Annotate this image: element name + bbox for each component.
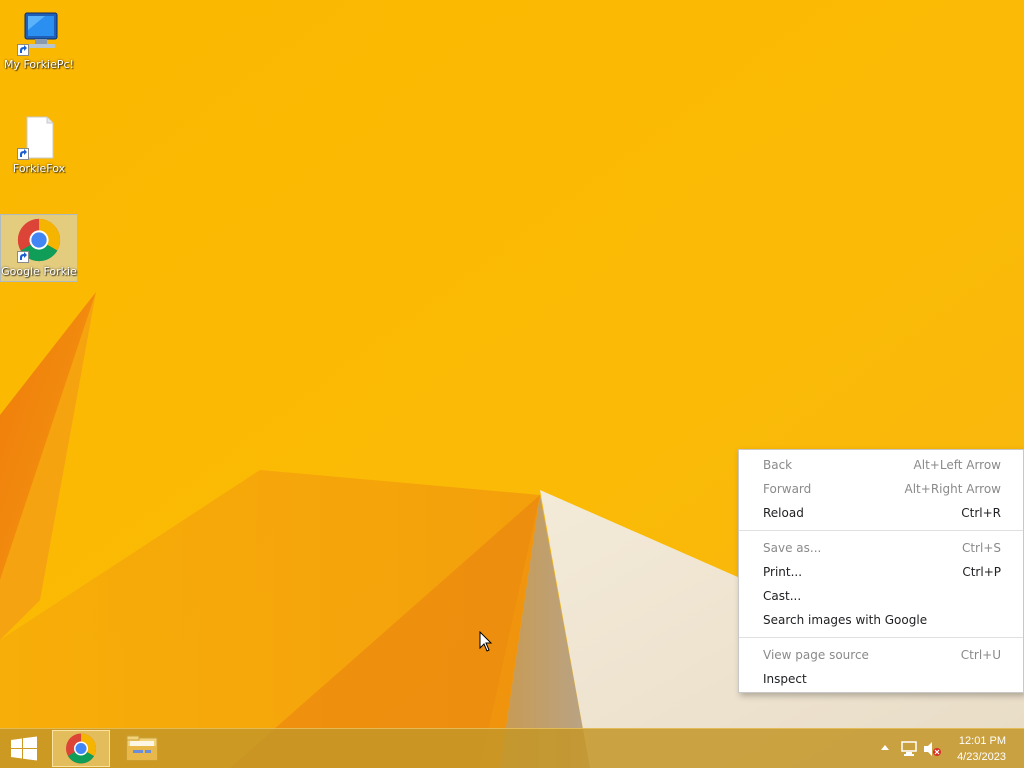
shortcut-arrow-icon [17,44,29,56]
desktop-icon-my-forkiepc[interactable]: My ForkiePc! [0,8,78,76]
menu-separator [739,530,1023,531]
chrome-icon [15,217,63,263]
windows-logo-icon [11,736,37,761]
menu-item-shortcut: Alt+Left Arrow [913,458,1001,472]
network-icon[interactable] [900,740,918,758]
taskbar-chrome-button[interactable] [52,730,110,767]
start-button[interactable] [0,729,48,768]
menu-separator [739,637,1023,638]
folder-icon [126,735,158,761]
system-clock[interactable]: 12:01 PM 4/23/2023 [957,733,1006,765]
menu-item-shortcut: Ctrl+P [962,565,1001,579]
menu-item-label: Back [763,458,793,472]
computer-icon [15,10,63,56]
clock-date: 4/23/2023 [957,751,1006,763]
chrome-icon [66,733,97,764]
menu-item-forward[interactable]: Forward Alt+Right Arrow [739,477,1023,501]
desktop-icon-label: ForkieFox [12,162,66,175]
menu-item-label: Inspect [763,672,807,686]
menu-item-print[interactable]: Print... Ctrl+P [739,560,1023,584]
blank-document-icon [15,114,63,160]
desktop-icon-forkiefox[interactable]: ForkieFox [0,112,78,180]
system-tray: 12:01 PM 4/23/2023 [864,729,1024,768]
volume-muted-icon[interactable] [922,740,942,758]
menu-item-shortcut: Ctrl+S [961,541,1001,555]
desktop-icon-google-forkie[interactable]: Google Forkie [0,214,78,282]
menu-item-inspect[interactable]: Inspect [739,667,1023,691]
desktop-icon-label: Google Forkie [1,265,77,278]
shortcut-arrow-icon [17,148,29,160]
menu-item-label: Save as... [763,541,822,555]
desktop-screen: My ForkiePc! ForkieFox Google Forkie Bac… [0,0,1024,768]
menu-item-shortcut: Ctrl+U [960,648,1001,662]
menu-item-shortcut: Ctrl+R [961,506,1001,520]
menu-item-reload[interactable]: Reload Ctrl+R [739,501,1023,525]
menu-item-label: Cast... [763,589,802,603]
menu-item-view-source[interactable]: View page source Ctrl+U [739,643,1023,667]
menu-item-search-images[interactable]: Search images with Google [739,608,1023,632]
menu-item-cast[interactable]: Cast... [739,584,1023,608]
desktop-icon-label: My ForkiePc! [4,58,74,71]
menu-item-label: Print... [763,565,803,579]
menu-item-label: Reload [763,506,804,520]
menu-item-shortcut: Alt+Right Arrow [904,482,1001,496]
taskbar-file-explorer-button[interactable] [113,730,171,767]
menu-item-save-as[interactable]: Save as... Ctrl+S [739,536,1023,560]
mouse-cursor-icon [479,631,493,652]
menu-item-label: View page source [763,648,869,662]
clock-time: 12:01 PM [958,735,1006,747]
taskbar: 12:01 PM 4/23/2023 [0,728,1024,768]
show-hidden-icons-icon[interactable] [880,741,890,753]
shortcut-arrow-icon [17,251,29,263]
menu-item-back[interactable]: Back Alt+Left Arrow [739,453,1023,477]
context-menu: Back Alt+Left Arrow Forward Alt+Right Ar… [738,449,1024,693]
menu-item-label: Search images with Google [763,613,928,627]
menu-item-label: Forward [763,482,812,496]
